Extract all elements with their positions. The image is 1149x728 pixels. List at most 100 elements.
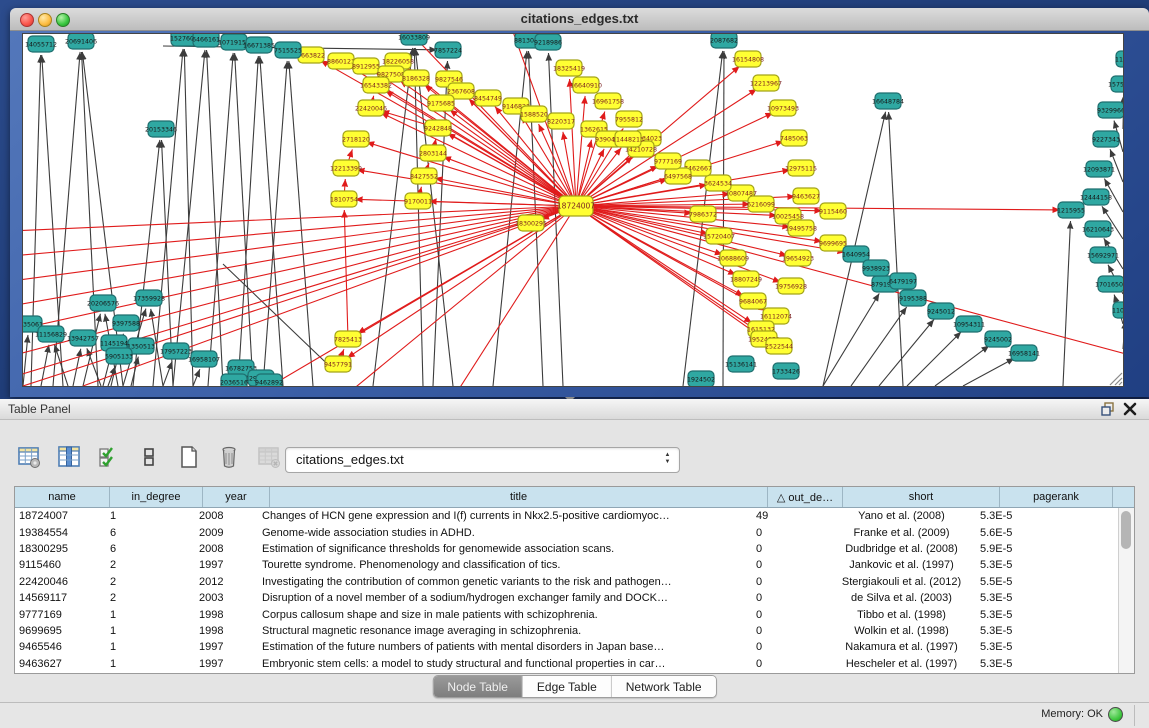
resize-grip-icon[interactable] bbox=[1110, 373, 1122, 385]
graph-node[interactable]: 16961758 bbox=[592, 93, 624, 109]
graph-node[interactable]: 15136141 bbox=[725, 356, 757, 372]
graph-node[interactable]: 3624534 bbox=[704, 175, 732, 191]
select-columns-button[interactable] bbox=[94, 442, 124, 472]
table-row[interactable]: 946554611997Estimation of the future num… bbox=[15, 639, 1119, 655]
graph-node[interactable]: 2803144 bbox=[419, 145, 447, 161]
table-row[interactable]: 2242004622012Investigating the contribut… bbox=[15, 574, 1119, 590]
graph-node[interactable]: 10973493 bbox=[767, 100, 799, 116]
graph-node[interactable]: 14055712 bbox=[25, 36, 57, 52]
graph-node[interactable]: 7825413 bbox=[334, 331, 362, 347]
graph-node[interactable]: 9218986 bbox=[534, 34, 562, 50]
graph-node[interactable]: 2522544 bbox=[765, 338, 793, 354]
graph-node[interactable]: 6216099 bbox=[747, 196, 775, 212]
network-canvas[interactable]: 1872400788601238912955182260589827508165… bbox=[22, 33, 1124, 387]
graph-node[interactable]: 12444158 bbox=[1080, 189, 1112, 205]
graph-node[interactable]: 18724007 bbox=[557, 196, 595, 216]
graph-node[interactable]: 16958107 bbox=[188, 351, 220, 367]
graph-node[interactable]: 8912955 bbox=[352, 58, 380, 74]
graph-node[interactable]: 7857224 bbox=[434, 42, 462, 58]
graph-node[interactable]: 9684067 bbox=[739, 293, 767, 309]
graph-node[interactable]: 9397588 bbox=[112, 315, 140, 331]
graph-node[interactable]: 1107533 bbox=[1112, 302, 1123, 318]
table-row[interactable]: 911546021997Tourette syndrome. Phenomeno… bbox=[15, 557, 1119, 573]
graph-node[interactable]: 8427552 bbox=[410, 168, 438, 184]
graph-node[interactable]: 1733426 bbox=[772, 363, 800, 379]
table-row[interactable]: 977716911998Corpus callosum shape and si… bbox=[15, 606, 1119, 622]
column-header-in_degree[interactable]: in_degree bbox=[110, 487, 203, 507]
table-row[interactable]: 1872400712008Changes of HCN gene express… bbox=[15, 508, 1119, 524]
graph-node[interactable]: 1924502 bbox=[687, 371, 715, 386]
column-header-out_degree[interactable]: △ out_de… bbox=[768, 487, 843, 507]
table-row[interactable]: 1938455462009Genome-wide association stu… bbox=[15, 524, 1119, 540]
graph-node[interactable]: 16210643 bbox=[1082, 221, 1114, 237]
graph-node[interactable]: 17359928 bbox=[133, 290, 165, 306]
graph-node[interactable]: 16648784 bbox=[872, 93, 904, 109]
table-row[interactable]: 969969511998Structural magnetic resonanc… bbox=[15, 623, 1119, 639]
table-scrollbar[interactable] bbox=[1118, 508, 1134, 673]
graph-node[interactable]: 10688609 bbox=[717, 250, 749, 266]
graph-node[interactable]: 19495758 bbox=[785, 220, 817, 236]
graph-node[interactable]: 20691406 bbox=[65, 34, 97, 49]
graph-node[interactable]: 9457791 bbox=[324, 356, 352, 372]
table-row[interactable]: 1830029562008Estimation of significance … bbox=[15, 541, 1119, 557]
graph-node[interactable]: 8860123 bbox=[327, 53, 355, 69]
graph-node[interactable]: 18807249 bbox=[730, 271, 762, 287]
graph-node[interactable]: 13942757 bbox=[67, 330, 99, 346]
column-header-name[interactable]: name bbox=[15, 487, 110, 507]
graph-node[interactable]: 9462892 bbox=[255, 374, 283, 386]
memory-status-icon[interactable] bbox=[1108, 707, 1123, 722]
graph-node[interactable]: 9170011 bbox=[404, 193, 432, 209]
graph-node[interactable]: 9245002 bbox=[984, 331, 1012, 347]
column-header-year[interactable]: year bbox=[203, 487, 270, 507]
graph-node[interactable]: 9938923 bbox=[862, 260, 890, 276]
graph-node[interactable]: 10954311 bbox=[953, 316, 985, 332]
graph-node[interactable]: 20206576 bbox=[87, 295, 119, 311]
graph-node[interactable]: 7485063 bbox=[780, 130, 808, 146]
graph-node[interactable]: 7955812 bbox=[615, 111, 643, 127]
tab-node-table[interactable]: Node Table bbox=[433, 676, 523, 697]
column-header-pagerank[interactable]: pagerank bbox=[1000, 487, 1113, 507]
graph-node[interactable]: 6479197 bbox=[889, 273, 917, 289]
float-panel-icon[interactable] bbox=[1099, 401, 1117, 417]
graph-node[interactable]: 9227343 bbox=[1092, 131, 1120, 147]
graph-node[interactable]: 8454749 bbox=[474, 90, 502, 106]
graph-node[interactable]: 7986372 bbox=[689, 206, 717, 222]
window-titlebar[interactable]: citations_edges.txt bbox=[10, 8, 1149, 31]
graph-node[interactable]: 2087682 bbox=[710, 34, 738, 48]
graph-node[interactable]: 16640910 bbox=[570, 77, 602, 93]
graph-node[interactable]: 19654923 bbox=[782, 250, 814, 266]
graph-node[interactable]: 15751074 bbox=[1108, 76, 1123, 92]
graph-node[interactable]: 9245012 bbox=[927, 303, 955, 319]
graph-node[interactable]: 12213967 bbox=[750, 75, 782, 91]
graph-node[interactable]: 1810754 bbox=[330, 191, 358, 207]
graph-node[interactable]: 18300295 bbox=[515, 215, 547, 231]
graph-node[interactable]: 12093871 bbox=[1083, 161, 1115, 177]
table-row[interactable]: 946362711997Embryonic stem cells: a mode… bbox=[15, 656, 1119, 672]
graph-node[interactable]: 1215955 bbox=[1057, 202, 1085, 218]
table-settings-button[interactable] bbox=[14, 442, 44, 472]
graph-node[interactable]: 16958141 bbox=[1008, 345, 1040, 361]
graph-node[interactable]: 15692971 bbox=[1087, 247, 1119, 263]
graph-node[interactable]: 12213399 bbox=[330, 160, 362, 176]
column-header-title[interactable]: title bbox=[270, 487, 768, 507]
column-header-short[interactable]: short bbox=[843, 487, 1000, 507]
graph-node[interactable]: 22420046 bbox=[355, 100, 387, 116]
graph-node[interactable]: 19756928 bbox=[775, 278, 807, 294]
graph-node[interactable]: 8186328 bbox=[402, 70, 430, 86]
graph-node[interactable]: 9329966 bbox=[1097, 102, 1123, 118]
graph-node[interactable]: 9195388 bbox=[899, 290, 927, 306]
graph-node[interactable]: 1588520 bbox=[520, 106, 548, 122]
graph-node[interactable]: 9777169 bbox=[654, 153, 682, 169]
table-row[interactable]: 1456911722003Disruption of a novel membe… bbox=[15, 590, 1119, 606]
graph-node[interactable]: 8220317 bbox=[547, 113, 575, 129]
delete-button[interactable] bbox=[214, 442, 244, 472]
graph-node[interactable]: 6466161 bbox=[192, 34, 220, 47]
graph-node[interactable]: 16543382 bbox=[360, 77, 392, 93]
tab-edge-table[interactable]: Edge Table bbox=[523, 676, 612, 697]
graph-node[interactable]: 15720407 bbox=[703, 228, 735, 244]
tab-network-table[interactable]: Network Table bbox=[612, 676, 716, 697]
graph-node[interactable]: 5905133 bbox=[105, 348, 133, 364]
graph-node[interactable]: 9242848 bbox=[424, 120, 452, 136]
graph-node[interactable]: 9175685 bbox=[427, 95, 455, 111]
graph-node[interactable]: 20153346 bbox=[145, 121, 177, 137]
